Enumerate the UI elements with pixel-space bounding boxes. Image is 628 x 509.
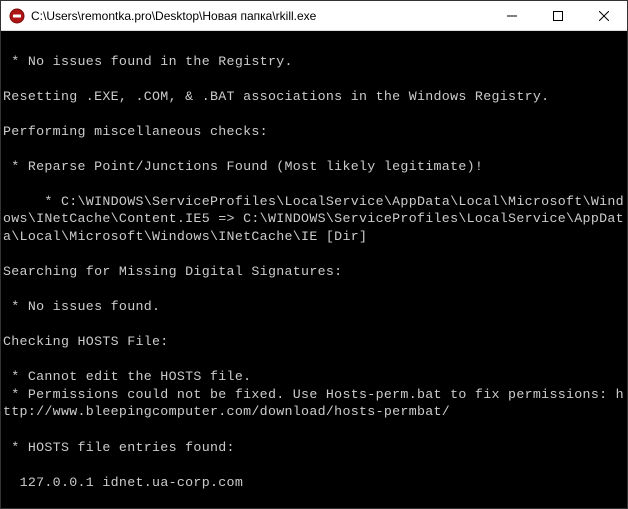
console-line: * Permissions could not be fixed. Use Ho… xyxy=(3,386,625,421)
console-output[interactable]: * No issues found in the Registry. Resett… xyxy=(1,31,627,508)
console-line xyxy=(3,491,625,508)
window-title: C:\Users\remontka.pro\Desktop\Новая папк… xyxy=(31,9,489,23)
console-line xyxy=(3,281,625,299)
maximize-icon xyxy=(553,11,563,21)
console-line xyxy=(3,316,625,334)
console-line: 127.0.0.1 idnet.ua-corp.com xyxy=(3,474,625,492)
console-line: Searching for Missing Digital Signatures… xyxy=(3,263,625,281)
console-line: Checking HOSTS File: xyxy=(3,333,625,351)
console-line: * C:\WINDOWS\ServiceProfiles\LocalServic… xyxy=(3,193,625,246)
console-line: * Reparse Point/Junctions Found (Most li… xyxy=(3,158,625,176)
console-line xyxy=(3,105,625,123)
app-icon xyxy=(9,8,25,24)
minimize-button[interactable] xyxy=(489,1,535,30)
maximize-button[interactable] xyxy=(535,1,581,30)
console-line xyxy=(3,246,625,264)
console-line: * Cannot edit the HOSTS file. xyxy=(3,368,625,386)
close-button[interactable] xyxy=(581,1,627,30)
console-line: * No issues found in the Registry. xyxy=(3,53,625,71)
console-line xyxy=(3,456,625,474)
console-line: Resetting .EXE, .COM, & .BAT association… xyxy=(3,88,625,106)
console-line: * HOSTS file entries found: xyxy=(3,439,625,457)
console-line xyxy=(3,175,625,193)
console-line xyxy=(3,351,625,369)
console-line xyxy=(3,70,625,88)
window-controls xyxy=(489,1,627,30)
console-line: * No issues found. xyxy=(3,298,625,316)
console-line: Performing miscellaneous checks: xyxy=(3,123,625,141)
titlebar: C:\Users\remontka.pro\Desktop\Новая папк… xyxy=(1,1,627,31)
console-line xyxy=(3,140,625,158)
console-line xyxy=(3,35,625,53)
close-icon xyxy=(599,11,609,21)
console-window: C:\Users\remontka.pro\Desktop\Новая папк… xyxy=(0,0,628,509)
minimize-icon xyxy=(507,11,517,21)
console-line xyxy=(3,421,625,439)
